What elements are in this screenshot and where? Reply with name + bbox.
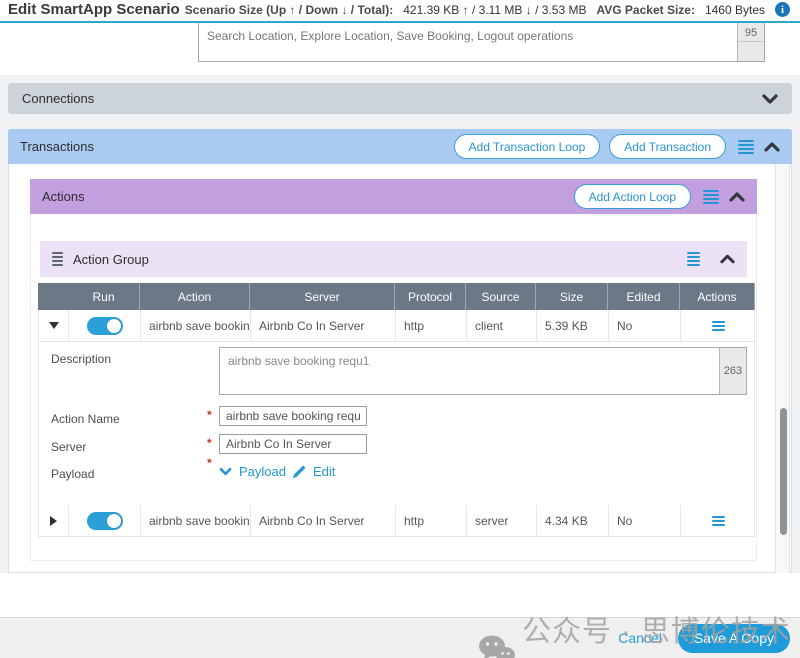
description-counter: 263 <box>719 348 746 394</box>
server-input[interactable] <box>219 434 367 454</box>
column-header-expand <box>38 283 68 310</box>
row-server: Airbnb Co In Server <box>251 310 396 341</box>
column-header-source: Source <box>466 283 536 310</box>
connections-section-header[interactable]: Connections <box>8 83 792 114</box>
connections-title: Connections <box>22 91 94 106</box>
required-asterisk: * <box>207 436 212 450</box>
row-protocol: http <box>396 505 467 536</box>
column-header-size: Size <box>536 283 608 310</box>
column-header-protocol: Protocol <box>395 283 466 310</box>
drag-handle-icon[interactable] <box>52 252 63 266</box>
page-header: Edit SmartApp Scenario Scenario Size (Up… <box>0 0 800 23</box>
column-header-actions: Actions <box>680 283 755 310</box>
description-field[interactable]: airbnb save booking requ1 263 <box>219 347 747 395</box>
row-action-name: airbnb save booking requ1 <box>141 310 251 341</box>
required-asterisk: * <box>207 456 212 470</box>
lower-white-band <box>0 573 800 617</box>
row-protocol: http <box>396 310 467 341</box>
expand-row-icon[interactable] <box>50 516 57 526</box>
payload-expand-chevron-icon[interactable] <box>219 467 232 476</box>
cancel-button[interactable]: Cancel <box>618 630 662 646</box>
avg-packet-label: AVG Packet Size: <box>596 3 694 17</box>
chevron-up-icon[interactable] <box>720 254 735 264</box>
column-header-action: Action <box>140 283 250 310</box>
transactions-section-header[interactable]: Transactions Add Transaction Loop Add Tr… <box>8 129 792 164</box>
actions-menu-icon[interactable] <box>703 190 719 204</box>
vertical-scrollbar[interactable] <box>775 164 790 573</box>
avg-packet-value: 1460 Bytes <box>705 3 765 17</box>
run-toggle[interactable] <box>87 512 123 530</box>
action-detail-form: Description airbnb save booking requ1 26… <box>38 342 755 505</box>
dialog-footer: Cancel Save A Copy <box>0 617 800 658</box>
column-header-edited: Edited <box>608 283 680 310</box>
add-action-loop-button[interactable]: Add Action Loop <box>574 184 691 209</box>
save-a-copy-button[interactable]: Save A Copy <box>678 624 790 653</box>
payload-link[interactable]: Payload <box>239 464 286 479</box>
add-transaction-button[interactable]: Add Transaction <box>609 134 726 159</box>
actions-table-header: Run Action Server Protocol Source Size E… <box>38 283 755 310</box>
column-header-server: Server <box>250 283 395 310</box>
row-server: Airbnb Co In Server <box>251 505 396 536</box>
transactions-title: Transactions <box>20 139 94 154</box>
run-toggle[interactable] <box>87 317 123 335</box>
transactions-menu-icon[interactable] <box>738 140 754 154</box>
scenario-size-value: 421.39 KB ↑ / 3.11 MB ↓ / 3.53 MB <box>403 3 586 17</box>
actions-title: Actions <box>42 189 85 204</box>
chevron-up-icon[interactable] <box>764 142 780 152</box>
scenario-size-label: Scenario Size (Up ↑ / Down ↓ / Total): <box>185 3 393 17</box>
edit-pencil-icon[interactable] <box>293 465 306 478</box>
add-transaction-loop-button[interactable]: Add Transaction Loop <box>454 134 601 159</box>
chevron-down-icon[interactable] <box>762 94 778 104</box>
payload-label: Payload <box>51 467 94 481</box>
action-group-title: Action Group <box>73 252 149 267</box>
action-group-header[interactable]: Action Group <box>40 241 747 277</box>
action-name-label: Action Name <box>51 412 120 426</box>
table-row: airbnb save booking requ1 Airbnb Co In S… <box>38 310 755 342</box>
actions-section-header[interactable]: Actions Add Action Loop <box>30 179 757 214</box>
row-size: 5.39 KB <box>537 310 609 341</box>
required-asterisk: * <box>207 408 212 422</box>
row-actions-menu-icon[interactable] <box>712 321 725 331</box>
action-group-menu-icon[interactable] <box>687 252 700 266</box>
action-name-input[interactable] <box>219 406 367 426</box>
server-label: Server <box>51 440 86 454</box>
row-edited: No <box>609 310 681 341</box>
chevron-up-icon[interactable] <box>729 192 745 202</box>
row-size: 4.34 KB <box>537 505 609 536</box>
info-icon[interactable]: i <box>775 2 790 17</box>
row-actions-menu-icon[interactable] <box>712 516 725 526</box>
description-value[interactable]: airbnb save booking requ1 <box>228 354 714 368</box>
row-source: server <box>467 505 537 536</box>
edit-link[interactable]: Edit <box>313 464 335 479</box>
scrollbar-thumb[interactable] <box>780 408 787 535</box>
collapse-row-icon[interactable] <box>49 322 59 329</box>
row-edited: No <box>609 505 681 536</box>
row-action-name: airbnb save booking resp1 <box>141 505 251 536</box>
table-row: airbnb save booking resp1 Airbnb Co In S… <box>38 505 755 537</box>
column-header-run: Run <box>68 283 140 310</box>
row-source: client <box>467 310 537 341</box>
page-title: Edit SmartApp Scenario <box>8 1 180 18</box>
description-label: Description <box>51 352 111 366</box>
scenario-stats: Scenario Size (Up ↑ / Down ↓ / Total): 4… <box>185 2 790 17</box>
scenario-description-value[interactable]: Search Location, Explore Location, Save … <box>207 29 732 43</box>
